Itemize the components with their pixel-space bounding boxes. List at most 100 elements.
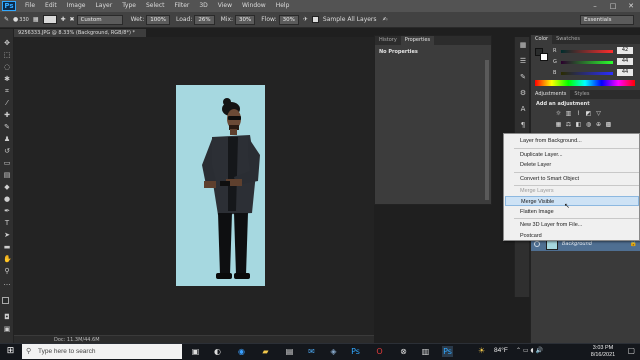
tab-adjustments[interactable]: Adjustments — [531, 90, 571, 99]
airbrush-icon[interactable]: ✈ — [303, 16, 308, 23]
lasso-tool-icon[interactable]: ◌ — [3, 63, 11, 71]
file-explorer-icon[interactable]: ▰ — [260, 346, 271, 357]
app-icon-3[interactable]: ▥ — [420, 346, 431, 357]
menu-help[interactable]: Help — [271, 0, 295, 12]
photo-filter-icon[interactable]: ◍ — [585, 121, 592, 128]
close-button[interactable]: ✕ — [622, 0, 640, 12]
current-brush-load-swatch[interactable] — [42, 15, 57, 24]
photoshop-taskbar-icon[interactable]: Ps — [350, 346, 361, 357]
color-balance-icon[interactable]: ⚖ — [565, 121, 572, 128]
dodge-tool-icon[interactable]: ● — [3, 195, 11, 203]
taskbar-search-input[interactable]: Type here to search — [22, 344, 182, 359]
brush-presets-icon[interactable]: ✎ — [518, 73, 528, 82]
quick-mask-icon[interactable]: ◘ — [3, 313, 11, 321]
more-tools-icon[interactable]: … — [3, 279, 11, 287]
vibrance-icon[interactable]: ▽ — [595, 110, 602, 117]
crop-tool-icon[interactable]: ⌗ — [3, 87, 11, 95]
properties-panel-icon[interactable]: ☰ — [518, 57, 528, 66]
brush-preset-picker[interactable]: ● 330 — [13, 16, 29, 23]
clean-brush-icon[interactable]: ✖ — [70, 16, 75, 23]
blue-slider[interactable] — [561, 72, 613, 75]
minimize-button[interactable]: – — [586, 0, 604, 12]
black-white-icon[interactable]: ◧ — [575, 121, 582, 128]
app-icon-2[interactable]: ⊗ — [398, 346, 409, 357]
blue-value-input[interactable]: 44 — [617, 69, 633, 76]
levels-icon[interactable]: ▥ — [565, 110, 572, 117]
red-slider[interactable] — [561, 50, 613, 53]
menu-item-merge-visible[interactable]: Merge Visible — [505, 196, 639, 206]
move-tool-icon[interactable]: ✥ — [3, 39, 11, 47]
flow-input[interactable]: 30% — [278, 14, 299, 25]
windows-start-icon[interactable]: ⊞ — [5, 346, 16, 357]
menu-filter[interactable]: Filter — [170, 0, 195, 12]
curves-icon[interactable]: ⌇ — [575, 110, 582, 117]
taskbar-clock[interactable]: 3:03 PM 8/16/2021 — [586, 345, 620, 359]
hand-tool-icon[interactable]: ✋ — [3, 255, 12, 263]
task-view-icon[interactable]: ▣ — [190, 346, 201, 357]
menu-item-flatten-image[interactable]: Flatten Image — [505, 207, 639, 217]
blur-tool-icon[interactable]: ◆ — [3, 183, 11, 191]
menu-item-postcard[interactable]: Postcard — [505, 231, 639, 241]
menu-window[interactable]: Window — [237, 0, 271, 12]
menu-3d[interactable]: 3D — [194, 0, 212, 12]
menu-file[interactable]: File — [20, 0, 40, 12]
brush-panel-icon[interactable]: ▦ — [33, 16, 39, 23]
edge-new-icon[interactable]: ◉ — [236, 346, 247, 357]
pressure-icon[interactable]: ✍ — [383, 16, 388, 23]
healing-brush-tool-icon[interactable]: ✚ — [3, 111, 11, 119]
menu-item-duplicate-layer[interactable]: Duplicate Layer... — [505, 150, 639, 160]
hue-saturation-icon[interactable]: ▦ — [555, 121, 562, 128]
pen-tool-icon[interactable]: ✒ — [3, 207, 11, 215]
maximize-button[interactable]: □ — [604, 0, 622, 12]
mix-input[interactable]: 30% — [235, 14, 256, 25]
clone-stamp-tool-icon[interactable]: ♟ — [3, 135, 11, 143]
eye-icon[interactable] — [534, 241, 540, 247]
mail-icon[interactable]: ✉ — [306, 346, 317, 357]
menu-type[interactable]: Type — [117, 0, 141, 12]
gradient-tool-icon[interactable]: ▤ — [3, 171, 11, 179]
history-panel-icon[interactable]: ▦ — [518, 41, 528, 50]
tab-properties[interactable]: Properties — [400, 36, 435, 45]
app-icon[interactable]: ◈ — [328, 346, 339, 357]
zoom-tool-icon[interactable]: ⚲ — [3, 267, 11, 275]
path-selection-tool-icon[interactable]: ➤ — [3, 231, 11, 239]
document-image[interactable] — [176, 85, 265, 286]
sample-all-layers-checkbox[interactable] — [311, 16, 319, 23]
menu-item-delete-layer[interactable]: Delete Layer — [505, 160, 639, 170]
tab-color[interactable]: Color — [531, 35, 553, 44]
menu-item-new-3d-layer[interactable]: New 3D Layer from File... — [505, 220, 639, 230]
edge-browser-icon[interactable]: ◐ — [212, 346, 223, 357]
paragraph-panel-icon[interactable]: ¶ — [518, 121, 528, 130]
menu-layer[interactable]: Layer — [90, 0, 117, 12]
quick-select-tool-icon[interactable]: ✱ — [3, 75, 11, 83]
eyedropper-tool-icon[interactable]: ⁄ — [3, 99, 11, 107]
brush-tool-icon[interactable]: ✎ — [3, 123, 11, 131]
load-input[interactable]: 26% — [194, 14, 215, 25]
color-spectrum-bar[interactable] — [535, 80, 635, 86]
document-tab[interactable]: 9256333.JPG @ 8.33% (Background, RGB/8*)… — [14, 29, 146, 37]
properties-scrollbar[interactable] — [485, 60, 489, 200]
menu-item-layer-from-background[interactable]: Layer from Background... — [505, 136, 639, 146]
store-icon[interactable]: ▤ — [284, 346, 295, 357]
background-color-chip[interactable] — [540, 53, 548, 61]
type-tool-icon[interactable]: T — [3, 219, 11, 227]
color-lookup-icon[interactable]: ▩ — [605, 121, 612, 128]
marquee-tool-icon[interactable]: ⬚ — [3, 51, 11, 59]
tab-styles[interactable]: Styles — [570, 90, 593, 99]
eraser-tool-icon[interactable]: ▭ — [3, 159, 11, 167]
system-tray-icons[interactable]: ⌃ ▭ ◖ 🔊 — [516, 347, 543, 354]
opera-icon[interactable]: O — [374, 346, 385, 357]
load-brush-icon[interactable]: ✚ — [61, 16, 66, 23]
tab-swatches[interactable]: Swatches — [552, 35, 584, 44]
brightness-contrast-icon[interactable]: ☼ — [555, 110, 562, 117]
red-value-input[interactable]: 42 — [617, 47, 633, 54]
notifications-icon[interactable]: ▢ — [627, 346, 635, 355]
blend-mode-select[interactable]: Custom — [76, 14, 123, 25]
menu-select[interactable]: Select — [141, 0, 170, 12]
wet-input[interactable]: 100% — [146, 14, 170, 25]
green-slider[interactable] — [561, 61, 613, 64]
menu-item-convert-smart-object[interactable]: Convert to Smart Object — [505, 174, 639, 184]
foreground-color-swatch[interactable] — [2, 297, 9, 304]
exposure-icon[interactable]: ◩ — [585, 110, 592, 117]
screen-mode-icon[interactable]: ▣ — [3, 325, 11, 333]
